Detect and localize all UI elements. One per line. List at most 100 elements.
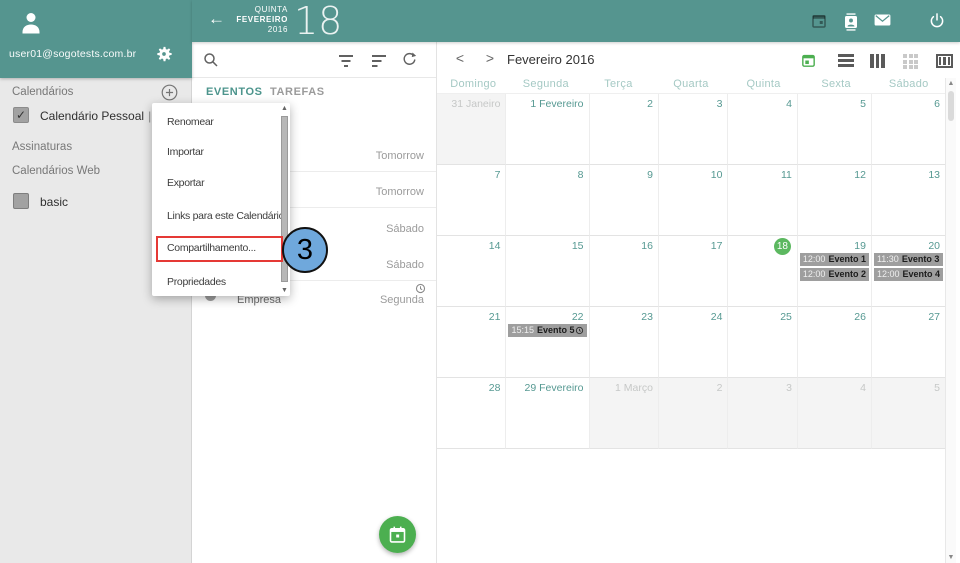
day-cell[interactable]: 16 — [590, 236, 659, 307]
event-pill[interactable]: 11:30 Evento 3 — [874, 253, 943, 266]
month-view-icon[interactable] — [903, 54, 918, 69]
day-cell[interactable]: 13 — [872, 165, 945, 236]
day-cell[interactable]: 2 — [659, 378, 728, 449]
week-view-icon[interactable] — [870, 54, 885, 68]
day-number: 26 — [798, 307, 871, 324]
next-month-icon[interactable]: > — [482, 50, 498, 66]
event-pill[interactable]: 12:00 Evento 2 — [800, 268, 869, 281]
calendar-module-icon[interactable] — [810, 12, 828, 30]
day-cell[interactable]: 17 — [659, 236, 728, 307]
day-number: 16 — [590, 236, 658, 253]
day-cell[interactable]: 11 — [728, 165, 797, 236]
day-cell[interactable]: 9 — [590, 165, 659, 236]
day-number: 28 — [437, 378, 505, 395]
day-cell[interactable]: 10 — [659, 165, 728, 236]
event-pill[interactable]: 12:00 Evento 1 — [800, 253, 869, 266]
current-month: FEVEREIRO — [230, 15, 288, 25]
event-title: Evento 3 — [902, 254, 940, 265]
day-cell[interactable]: 4 — [728, 94, 797, 165]
menu-item-importar[interactable]: Importar — [152, 139, 290, 165]
day-cell-today[interactable]: 18 — [728, 236, 797, 307]
day-cell[interactable]: 6 — [872, 94, 945, 165]
day-number: 21 — [437, 307, 505, 324]
scroll-up-icon[interactable]: ▲ — [946, 80, 956, 87]
day-cell[interactable]: 22 15:15 Evento 5 — [506, 307, 589, 378]
day-view-icon[interactable] — [838, 54, 854, 67]
day-cell[interactable]: 20 11:30 Evento 3 12:00 Evento 4 — [872, 236, 945, 307]
list-item-date: Sábado — [386, 223, 424, 235]
current-year: 2016 — [230, 25, 288, 35]
current-day-number: 18 — [294, 0, 342, 43]
list-item-date: Tomorrow — [376, 150, 424, 162]
day-cell[interactable]: 7 — [437, 165, 506, 236]
day-cell[interactable]: 12 — [798, 165, 872, 236]
menu-item-compartilhamento[interactable]: Compartilhamento... — [152, 235, 290, 261]
tab-eventos[interactable]: EVENTOS — [206, 86, 263, 98]
day-cell[interactable]: 23 — [590, 307, 659, 378]
event-pill[interactable]: 12:00 Evento 4 — [874, 268, 943, 281]
day-cell[interactable]: 31 Janeiro — [437, 94, 506, 165]
mail-module-icon[interactable] — [873, 12, 892, 28]
back-arrow-icon[interactable]: ← — [208, 9, 225, 29]
day-cell[interactable]: 19 12:00 Evento 1 12:00 Evento 2 — [798, 236, 872, 307]
day-cell[interactable]: 26 — [798, 307, 872, 378]
day-cell[interactable]: 8 — [506, 165, 589, 236]
day-cell[interactable]: 15 — [506, 236, 589, 307]
add-calendar-icon[interactable] — [160, 83, 179, 102]
sort-icon[interactable] — [371, 54, 387, 68]
new-event-button[interactable] — [379, 516, 416, 553]
menu-item-links[interactable]: Links para este Calendário — [152, 203, 290, 229]
day-number: 7 — [437, 165, 505, 182]
weekday-label: Sexta — [800, 78, 873, 93]
day-cell[interactable]: 1 Março — [590, 378, 659, 449]
day-cell[interactable]: 14 — [437, 236, 506, 307]
contacts-module-icon[interactable] — [842, 12, 860, 32]
day-cell[interactable]: 24 — [659, 307, 728, 378]
day-cell[interactable]: 5 — [798, 94, 872, 165]
day-cell[interactable]: 3 — [728, 378, 797, 449]
menu-item-renomear[interactable]: Renomear — [152, 109, 290, 135]
day-number: 31 Janeiro — [437, 94, 505, 111]
menu-item-exportar[interactable]: Exportar — [152, 170, 290, 196]
scrollbar-thumb[interactable] — [948, 91, 954, 121]
event-time: 15:15 — [511, 325, 534, 336]
day-cell[interactable]: 5 — [872, 378, 945, 449]
personal-calendar-item[interactable]: Calendário Pessoal| 2 — [40, 109, 161, 123]
personal-calendar-checkbox[interactable]: ✓ — [13, 107, 29, 123]
day-cell[interactable]: 4 — [798, 378, 872, 449]
today-icon[interactable] — [800, 52, 817, 69]
day-cell[interactable]: 21 — [437, 307, 506, 378]
weekday-label: Quarta — [655, 78, 728, 93]
day-cell[interactable]: 1 Fevereiro — [506, 94, 589, 165]
day-number: 4 — [798, 378, 871, 395]
search-icon[interactable] — [202, 51, 220, 69]
day-number: 2 — [590, 94, 658, 111]
event-pill[interactable]: 15:15 Evento 5 — [508, 324, 586, 337]
day-number: 5 — [798, 94, 871, 111]
web-calendar-checkbox[interactable] — [13, 193, 29, 209]
day-cell[interactable]: 2 — [590, 94, 659, 165]
day-number: 20 — [872, 236, 945, 253]
day-number: 29 Fevereiro — [506, 378, 588, 395]
day-cell[interactable]: 29 Fevereiro — [506, 378, 589, 449]
gear-icon[interactable] — [154, 44, 174, 64]
web-calendar-item[interactable]: basic — [40, 195, 68, 209]
day-cell[interactable]: 27 — [872, 307, 945, 378]
day-cell[interactable]: 28 — [437, 378, 506, 449]
account-email: user01@sogotests.com.br — [9, 48, 136, 60]
prev-month-icon[interactable]: < — [452, 50, 468, 66]
filter-icon[interactable] — [338, 54, 354, 68]
day-cell[interactable]: 25 — [728, 307, 797, 378]
scroll-up-icon[interactable]: ▲ — [280, 105, 289, 112]
refresh-icon[interactable] — [401, 51, 418, 68]
day-cell[interactable]: 3 — [659, 94, 728, 165]
scroll-down-icon[interactable]: ▼ — [946, 554, 956, 561]
power-icon[interactable] — [928, 12, 946, 30]
calendar-scrollbar[interactable]: ▲ ▼ — [945, 78, 956, 563]
month-view-panel: < > Fevereiro 2016 Domingo Segunda Terça… — [437, 42, 960, 563]
calendars-section-label: Calendários — [12, 86, 73, 98]
tab-tarefas[interactable]: TAREFAS — [270, 86, 325, 98]
multiweek-view-icon[interactable] — [936, 54, 953, 68]
scroll-down-icon[interactable]: ▼ — [280, 287, 289, 294]
menu-item-propriedades[interactable]: Propriedades — [152, 269, 290, 295]
